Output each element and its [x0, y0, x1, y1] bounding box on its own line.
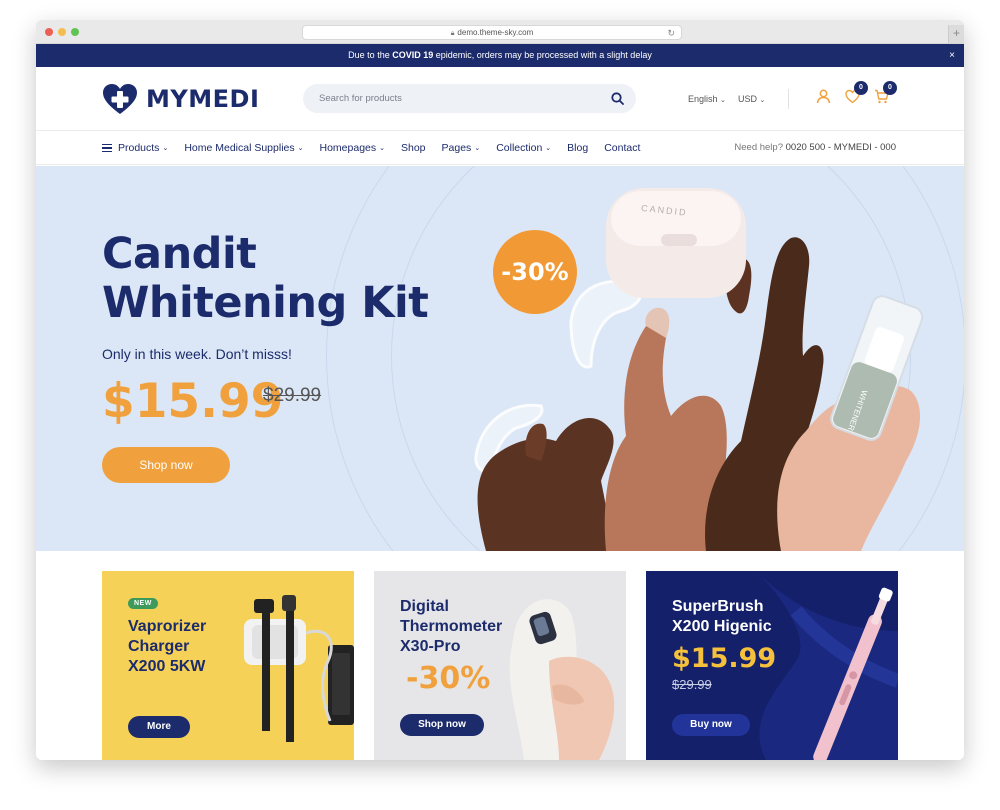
- nav-label: Blog: [567, 142, 589, 154]
- wishlist-button[interactable]: 0: [845, 81, 868, 109]
- hero-old-price: $29.99: [263, 385, 322, 406]
- nav-label: Contact: [604, 142, 641, 154]
- card-title: Vaprorizer Charger X200 5KW: [128, 617, 206, 677]
- user-icon: [816, 89, 831, 104]
- nav-label: Pages: [441, 142, 472, 154]
- cart-count-badge: 0: [883, 81, 897, 95]
- card-old-price: $29.99: [672, 677, 712, 692]
- promo-card-thermometer[interactable]: Digital Thermometer X30-Pro -30% Shop no…: [374, 571, 626, 760]
- language-selector[interactable]: English ⌄: [688, 94, 726, 104]
- nav-label: Products: [118, 142, 160, 154]
- card-title-line: X200 5KW: [128, 658, 206, 675]
- card-title-line: Thermometer: [400, 618, 503, 635]
- nav-label: Home Medical Supplies: [184, 142, 295, 154]
- browser-window: 🔒︎ demo.theme-sky.com ↻ + Due to the COVI…: [36, 20, 964, 760]
- nav-label: Collection: [496, 142, 543, 154]
- hero-title: Candit Whitening Kit: [102, 229, 429, 328]
- nav-label: Shop: [401, 142, 426, 154]
- card-title-line: SuperBrush: [672, 598, 764, 615]
- chevron-down-icon: ⌄: [720, 97, 726, 104]
- nav-item-collection[interactable]: Collection ⌄: [496, 142, 551, 154]
- promo-close-button[interactable]: ×: [949, 44, 955, 67]
- site-logo[interactable]: MYMEDI: [102, 83, 259, 115]
- chevron-down-icon: ⌄: [162, 145, 169, 152]
- main-navigation: Products ⌄ Home Medical Supplies ⌄ Homepag…: [36, 131, 964, 165]
- chevron-down-icon: ⌄: [545, 145, 552, 152]
- lock-icon: 🔒︎: [450, 30, 455, 37]
- cart-button[interactable]: 0: [874, 81, 897, 109]
- chevron-down-icon: ⌄: [474, 145, 481, 152]
- search-bar: [303, 84, 636, 113]
- discount-badge: -30%: [493, 230, 577, 314]
- whitening-kit-image: CANDID WHITENER: [474, 188, 924, 551]
- heart-cross-icon: [103, 84, 137, 114]
- hero-price: $15.99: [102, 374, 284, 429]
- card-discount: -30%: [406, 661, 491, 696]
- buy-now-button[interactable]: Buy now: [672, 714, 750, 736]
- address-text: demo.theme-sky.com: [457, 28, 534, 37]
- more-button[interactable]: More: [128, 716, 190, 738]
- search-input[interactable]: [303, 84, 583, 113]
- card-title: Digital Thermometer X30-Pro: [400, 597, 502, 657]
- hero-title-line2: Whitening Kit: [102, 278, 429, 328]
- address-bar[interactable]: 🔒︎ demo.theme-sky.com ↻: [302, 25, 682, 40]
- site-header: MYMEDI English ⌄ USD ⌄ 0: [36, 67, 964, 131]
- nav-item-blog[interactable]: Blog: [567, 142, 588, 154]
- nav-list: Products ⌄ Home Medical Supplies ⌄ Homepag…: [102, 131, 656, 165]
- currency-label: USD: [738, 94, 758, 104]
- help-phone[interactable]: 0020 500 - MYMEDI - 000: [786, 142, 896, 153]
- maximize-window-button[interactable]: [71, 28, 79, 36]
- promo-cards: NEW Vaprorizer Charger X200 5KW More Dig…: [102, 571, 898, 760]
- promo-card-superbrush[interactable]: SuperBrush X200 Higenic $15.99 $29.99 Bu…: [646, 571, 898, 760]
- card-price: $15.99: [672, 643, 777, 674]
- logo-text: MYMEDI: [146, 85, 260, 113]
- language-label: English: [688, 94, 718, 104]
- help-label: Need help?: [734, 142, 783, 153]
- chevron-down-icon: ⌄: [759, 97, 766, 104]
- hero-title-line1: Candit: [102, 229, 257, 279]
- chevron-down-icon: ⌄: [379, 145, 385, 152]
- search-icon[interactable]: [611, 92, 624, 105]
- currency-selector[interactable]: USD ⌄: [738, 94, 765, 104]
- browser-toolbar: 🔒︎ demo.theme-sky.com ↻ +: [36, 20, 964, 44]
- promo-text-end: epidemic, orders may be processed with a…: [433, 50, 652, 60]
- chevron-down-icon: ⌄: [297, 145, 304, 152]
- card-title-line: X30-Pro: [400, 638, 461, 655]
- nav-item-homepages[interactable]: Homepages ⌄: [320, 142, 386, 154]
- reload-icon[interactable]: ↻: [667, 27, 675, 40]
- menu-icon: [102, 142, 112, 155]
- card-title-line: Digital: [400, 598, 449, 615]
- close-window-button[interactable]: [45, 28, 53, 36]
- card-title-line: Charger: [128, 638, 190, 655]
- account-button[interactable]: [816, 89, 831, 109]
- wishlist-count-badge: 0: [854, 81, 868, 95]
- shop-now-card-button[interactable]: Shop now: [400, 714, 484, 736]
- promo-bar: Due to the COVID 19 epidemic, orders may…: [36, 44, 964, 67]
- nav-item-pages[interactable]: Pages ⌄: [442, 142, 481, 154]
- shop-now-button[interactable]: Shop now: [102, 447, 230, 483]
- nav-item-contact[interactable]: Contact: [604, 142, 640, 154]
- header-divider: [788, 89, 789, 109]
- hero-banner: CANDID WHITENER Candit Whitening Kit Onl…: [36, 166, 964, 551]
- promo-card-vaporizer[interactable]: NEW Vaprorizer Charger X200 5KW More: [102, 571, 354, 760]
- new-tab-button[interactable]: +: [948, 25, 964, 43]
- minimize-window-button[interactable]: [58, 28, 66, 36]
- nav-item-products[interactable]: Products ⌄: [102, 142, 168, 155]
- new-tag: NEW: [128, 598, 158, 609]
- promo-text-bold: COVID 19: [392, 50, 434, 60]
- card-title-line: Vaprorizer: [128, 618, 207, 635]
- hero-subtitle: Only in this week. Don’t misss!: [102, 346, 292, 362]
- card-title-line: X200 Higenic: [672, 618, 772, 635]
- help-contact: Need help? 0020 500 - MYMEDI - 000: [734, 142, 896, 153]
- nav-item-home-medical-supplies[interactable]: Home Medical Supplies ⌄: [184, 142, 303, 154]
- promo-text-start: Due to the: [348, 50, 393, 60]
- nav-label: Homepages: [319, 142, 377, 154]
- nav-item-shop[interactable]: Shop: [401, 142, 426, 154]
- card-title: SuperBrush X200 Higenic: [672, 597, 772, 637]
